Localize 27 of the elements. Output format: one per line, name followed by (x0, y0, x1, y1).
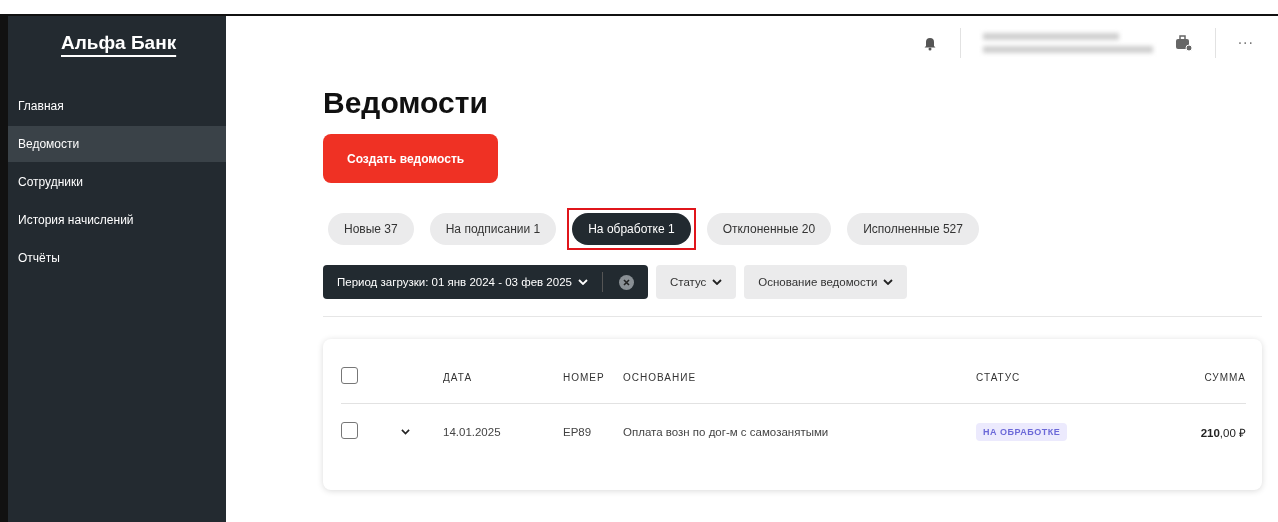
filter-dropdown[interactable]: Основание ведомости (744, 265, 908, 299)
filter-dropdown[interactable]: Статус (655, 265, 737, 299)
amount-cell-text: 210,00 ₽ (1199, 425, 1246, 440)
table-cell-text: 14.01.2025 (443, 426, 502, 438)
bank-logo: Альфа Банк (61, 32, 177, 53)
sidebar-item[interactable]: Ведомости (8, 126, 226, 162)
status-tab[interactable]: Отклоненные 20 (706, 213, 832, 245)
status-badge: НА ОБРАБОТКЕ (976, 423, 1068, 441)
column-header: СТАТУС (976, 371, 1022, 383)
sidebar-item[interactable]: Главная (8, 88, 226, 124)
status-tab[interactable]: Исполненные 527 (847, 213, 979, 245)
status-tab[interactable]: Новые 37 (328, 213, 414, 245)
status-tab[interactable]: На подписании 1 (429, 213, 557, 245)
sidebar-item[interactable]: Отчёты (8, 240, 226, 276)
filter-dropdown[interactable]: Период загрузки: 01 янв 2024 - 03 фев 2025 (323, 265, 648, 299)
sidebar-item[interactable]: История начислений (8, 202, 226, 238)
status-tab[interactable]: На обработке 1 (572, 213, 691, 245)
sidebar-item[interactable]: Сотрудники (8, 164, 226, 200)
table-cell-text: EP89 (563, 426, 593, 438)
create-statement-button[interactable]: Создать ведомость (323, 134, 498, 183)
page-title: Ведомости (323, 86, 489, 120)
column-header: ОСНОВАНИЕ (622, 371, 698, 383)
column-header: НОМЕР (563, 371, 603, 383)
column-header: СУММА (1203, 371, 1246, 383)
column-header: ДАТА (443, 371, 474, 383)
more-menu-button[interactable]: ··· (1237, 35, 1254, 51)
table-cell-text: Оплата возн по дог-м с самозанятыми (622, 426, 830, 438)
